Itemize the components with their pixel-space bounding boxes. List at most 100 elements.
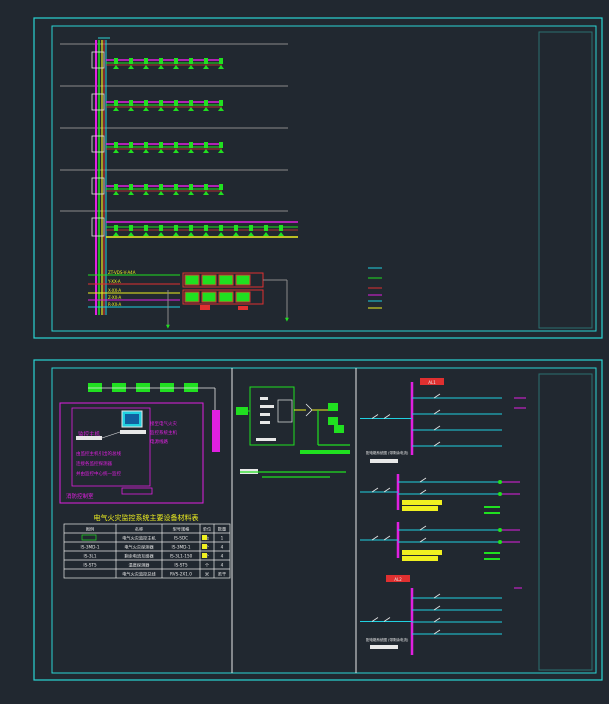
sprinkler-symbol [188,191,194,195]
sprinkler-symbol [128,232,134,236]
floor-device [129,58,133,64]
breaker-symbol [371,487,391,493]
sprinkler-symbol [203,107,209,111]
board-bottom-caption: 配电箱系统图 (带剩余电流) [366,637,409,642]
sprinkler-symbol [128,191,134,195]
floor-device [174,100,178,106]
distribution-board-diagrams: AL1 AL2 配电箱系统图 (带剩余电流) 配电箱系统图 (带剩余电流) [360,378,526,655]
description-line-1: 由监控主机引出的总线 [76,450,121,457]
sprinkler-symbol [203,232,209,236]
legend-label-3: X-XX-A [108,288,121,293]
floor-device [159,100,163,106]
detector-node [498,528,502,532]
legend-label-2: Y-XX-A [107,279,121,284]
sprinkler-symbol [173,149,179,153]
table-marker [202,544,207,549]
table-cell: 电气火灾监控总线 [122,571,156,578]
floor-device [249,225,253,231]
sprinkler-symbol [218,191,224,195]
detector-node [498,540,502,544]
sprinkler-symbol [113,107,119,111]
floor-device [219,142,223,148]
floor-device [204,225,208,231]
branch-breaker [433,605,441,611]
cad-drawing-canvas: ZT-VDS-V-A4A Y-XX-A X-XX-A Z-XX-A R-XX-A… [33,17,603,681]
table-cell: IS-ST5 [174,563,188,568]
floor-device [144,184,148,190]
sprinkler-symbol [188,149,194,153]
table-cell: 米 [205,571,210,578]
floor-device [219,58,223,64]
sprinkler-symbol [188,107,194,111]
sprinkler-symbol [203,149,209,153]
sprinkler-symbol [248,232,254,236]
table-cell: 1 [221,536,224,541]
table-cell: 电气火灾探测器 [124,544,154,551]
branch-breaker [419,489,427,495]
label-bar [402,500,442,505]
floor-device [114,142,118,148]
floor-device [219,184,223,190]
monitor-note-3: 电源线路 [150,438,168,445]
breaker-symbol [371,617,391,622]
table-header-cell: 数量 [218,526,226,533]
breaker-symbol [371,535,391,541]
branch-breaker [433,409,441,415]
sprinkler-symbol [278,232,284,236]
floor-device [144,225,148,231]
floor-device [159,184,163,190]
sprinkler-symbol [128,149,134,153]
table-marker [202,535,207,540]
line-type-legend [368,267,382,309]
label-bar [402,556,438,561]
floor-device [174,225,178,231]
tag-label [484,558,500,560]
board-top-label: AL1 [428,380,436,385]
sprinkler-symbol [218,65,224,69]
floor-row [91,135,224,153]
table-cell: IS-3L1 [83,554,96,559]
sheet-1: ZT-VDS-V-A4A Y-XX-A X-XX-A Z-XX-A R-XX-A… [33,17,603,339]
monitor-panel: 监控主机 由监控主机引出的总线 连接各监控探测器 并由监控中心统一监控 接至电气… [59,383,220,504]
sprinkler-symbol [113,149,119,153]
svg-text:▼: ▼ [166,324,170,330]
floor-device [129,100,133,106]
sprinkler-symbol [218,232,224,236]
svg-text:▼: ▼ [285,317,289,323]
floor-device [279,225,283,231]
floor-device [189,142,193,148]
floor-device [144,142,148,148]
tag-label [484,512,500,514]
floor-device [189,184,193,190]
sprinkler-symbol [158,191,164,195]
floor-device [234,225,238,231]
branch-breaker [419,537,427,543]
sprinkler-symbol [263,232,269,236]
sprinkler-symbol [143,191,149,195]
table-cell: 4 [221,554,224,559]
floor-device [204,58,208,64]
table-cell: 电气火灾监控主机 [122,535,156,542]
table-cell: IS-ST5 [83,563,97,568]
table-title: 电气火灾监控系统主要设备材料表 [94,513,199,522]
floor-device [114,58,118,64]
board-bottom-label: AL2 [394,577,402,582]
floor-device [189,100,193,106]
floor-device [129,142,133,148]
floor-branch-rows [91,51,298,238]
table-marker [202,553,207,558]
sprinkler-symbol [173,107,179,111]
table-header-cell: 单位 [203,526,211,533]
branch-breaker [419,525,427,531]
legend-label-4: Z-XX-A [108,295,122,300]
legend-label-1: ZT-VDS-V-A4A [108,270,136,275]
sprinkler-symbol [203,191,209,195]
device-module-group: ▼ ▼ [166,272,289,330]
monitor-note-1: 接至电气火灾 [150,420,177,427]
keyboard-icon [76,436,102,440]
floor-device [159,58,163,64]
sprinkler-symbol [233,232,239,236]
board-top-caption: 配电箱系统图 (带剩余电流) [366,450,409,455]
monitor-note-2: 监控系统主机 [150,429,177,436]
sprinkler-symbol [158,149,164,153]
